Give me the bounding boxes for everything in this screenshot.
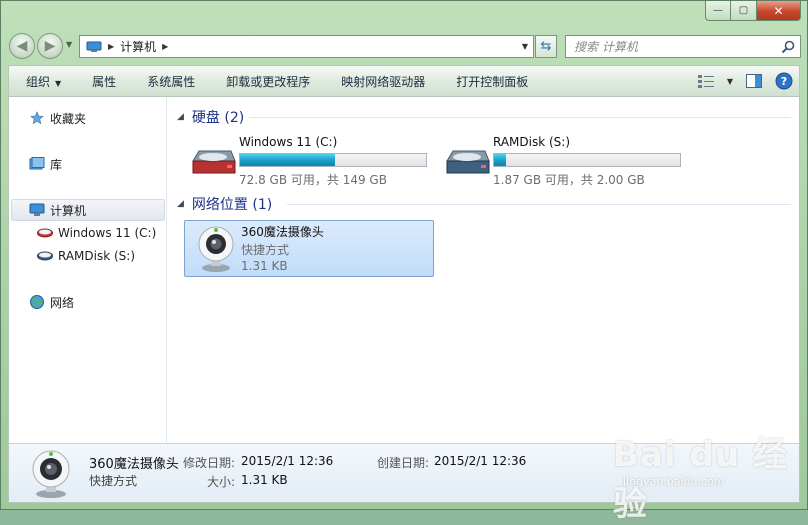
- modified-label: 修改日期:: [183, 456, 236, 470]
- help-icon: ?: [775, 72, 793, 90]
- group-divider: [287, 204, 791, 205]
- computer-icon: [86, 41, 102, 52]
- hard-drive-icon: [37, 248, 53, 264]
- recent-pages-dropdown[interactable]: ▼: [66, 40, 72, 49]
- refresh-icon: ⇆: [540, 39, 552, 54]
- drive-item-c[interactable]: Windows 11 (C:) 72.8 GB 可用，共 149 GB: [189, 135, 429, 187]
- navigation-bar: ◀ ▶ ▼ ▶ 计算机 ▶ ▼ ⇆ 搜索 计算机: [9, 31, 801, 61]
- sidebar-item-label: 收藏夹: [50, 111, 87, 126]
- capacity-bar: [493, 153, 681, 167]
- sidebar-item-label: 计算机: [50, 203, 87, 218]
- size-value: 1.31 KB: [241, 473, 288, 487]
- capacity-bar-fill: [240, 154, 335, 166]
- open-control-panel-button[interactable]: 打开控制面板: [439, 73, 542, 90]
- arrow-right-icon: ▶: [44, 38, 56, 54]
- breadcrumb-separator-icon[interactable]: ▶: [108, 42, 114, 51]
- address-dropdown-button[interactable]: ▼: [517, 36, 533, 57]
- chevron-down-icon: ▼: [55, 78, 62, 88]
- breadcrumb-separator-icon[interactable]: ▶: [162, 42, 168, 51]
- caption-buttons: — ▢ ✕: [705, 1, 801, 21]
- preview-pane-icon: [746, 74, 762, 88]
- sidebar-item-label: Windows 11 (C:): [58, 226, 157, 240]
- view-options-dropdown[interactable]: ▼: [721, 66, 739, 96]
- map-network-drive-button[interactable]: 映射网络驱动器: [324, 73, 439, 90]
- details-pane: 360魔法摄像头 快捷方式 修改日期: 2015/2/1 12:36 大小: 1…: [8, 443, 800, 503]
- drive-free-space: 1.87 GB 可用，共 2.00 GB: [493, 173, 645, 187]
- forward-button[interactable]: ▶: [37, 33, 63, 59]
- drive-name: Windows 11 (C:): [239, 135, 338, 149]
- drive-item-s[interactable]: RAMDisk (S:) 1.87 GB 可用，共 2.00 GB: [443, 135, 683, 187]
- group-title: 硬盘 (2): [191, 110, 245, 126]
- close-button[interactable]: ✕: [757, 1, 801, 21]
- refresh-button[interactable]: ⇆: [535, 35, 557, 58]
- hard-drive-icon: [37, 225, 53, 241]
- computer-icon: [29, 202, 45, 218]
- hard-drive-icon: [446, 150, 490, 174]
- webcam-icon: [32, 450, 70, 498]
- arrow-left-icon: ◀: [16, 38, 28, 54]
- webcam-icon: [198, 226, 234, 272]
- maximize-button[interactable]: ▢: [731, 1, 757, 21]
- group-divider: [249, 117, 791, 118]
- sidebar-item-network[interactable]: 网络: [11, 291, 165, 313]
- toolbar-right-group: ▼ ?: [691, 66, 799, 96]
- preview-pane-button[interactable]: [739, 66, 769, 96]
- file-list: ◢ 硬盘 (2) Windows 11 (C:) 72.8 GB 可用，共 14…: [169, 97, 799, 443]
- item-name: 360魔法摄像头: [241, 225, 324, 239]
- change-view-button[interactable]: [691, 66, 721, 96]
- item-size: 1.31 KB: [241, 259, 288, 273]
- sidebar-item-label: 网络: [50, 295, 75, 310]
- library-icon: [29, 156, 45, 172]
- properties-button[interactable]: 属性: [75, 73, 130, 90]
- system-properties-button[interactable]: 系统属性: [130, 73, 209, 90]
- collapse-triangle-icon[interactable]: ◢: [177, 199, 184, 209]
- sidebar-item-drive-c[interactable]: Windows 11 (C:): [11, 222, 165, 244]
- back-button[interactable]: ◀: [9, 33, 35, 59]
- minimize-button[interactable]: —: [705, 1, 731, 21]
- command-bar: 组织 ▼ 属性 系统属性 卸载或更改程序 映射网络驱动器 打开控制面板 ▼ ?: [8, 65, 800, 97]
- explorer-window: — ▢ ✕ ◀ ▶ ▼ ▶ 计算机 ▶ ▼ ⇆ 搜索 计算机 组织 ▼ 属性 系…: [0, 0, 808, 524]
- item-type: 快捷方式: [241, 243, 290, 257]
- created-label: 创建日期:: [377, 456, 430, 470]
- collapse-triangle-icon[interactable]: ◢: [177, 112, 184, 122]
- modified-value: 2015/2/1 12:36: [241, 454, 334, 468]
- network-item-camera[interactable]: 360魔法摄像头 快捷方式 1.31 KB: [184, 220, 434, 277]
- sidebar-item-drive-s[interactable]: RAMDisk (S:): [11, 245, 165, 267]
- address-bar[interactable]: ▶ 计算机 ▶ ▼: [79, 35, 534, 58]
- drive-free-space: 72.8 GB 可用，共 149 GB: [239, 173, 387, 187]
- capacity-bar-fill: [494, 154, 507, 166]
- group-title: 网络位置 (1): [191, 197, 273, 213]
- search-icon[interactable]: [780, 39, 796, 55]
- sidebar-item-favorites[interactable]: 收藏夹: [11, 107, 165, 129]
- sidebar-item-computer[interactable]: 计算机: [11, 199, 165, 221]
- svg-text:?: ?: [781, 75, 787, 88]
- group-header-hard-disks[interactable]: ◢ 硬盘 (2): [177, 107, 244, 127]
- star-icon: [29, 110, 45, 126]
- sidebar-item-label: 库: [50, 157, 63, 172]
- content-area: 收藏夹 库 计算机 Windows 11 (C:) RAMDisk (S:) 网…: [8, 97, 800, 443]
- hard-drive-icon: [192, 150, 236, 174]
- sidebar-item-label: RAMDisk (S:): [58, 249, 136, 263]
- search-input[interactable]: 搜索 计算机: [574, 38, 780, 55]
- group-header-network-locations[interactable]: ◢ 网络位置 (1): [177, 194, 272, 214]
- details-type: 快捷方式: [89, 474, 138, 488]
- breadcrumb-computer[interactable]: 计算机: [120, 38, 156, 55]
- uninstall-program-button[interactable]: 卸载或更改程序: [209, 73, 324, 90]
- search-box[interactable]: 搜索 计算机: [565, 35, 801, 58]
- drive-name: RAMDisk (S:): [493, 135, 571, 149]
- details-name: 360魔法摄像头: [89, 457, 179, 472]
- view-list-icon: [698, 75, 714, 88]
- size-label: 大小:: [207, 475, 236, 489]
- network-globe-icon: [29, 294, 45, 310]
- organize-label: 组织: [26, 74, 51, 89]
- created-value: 2015/2/1 12:36: [434, 454, 527, 468]
- organize-button[interactable]: 组织 ▼: [9, 73, 75, 90]
- capacity-bar: [239, 153, 427, 167]
- help-button[interactable]: ?: [769, 66, 799, 96]
- sidebar-item-libraries[interactable]: 库: [11, 153, 165, 175]
- navigation-pane: 收藏夹 库 计算机 Windows 11 (C:) RAMDisk (S:) 网…: [9, 97, 167, 443]
